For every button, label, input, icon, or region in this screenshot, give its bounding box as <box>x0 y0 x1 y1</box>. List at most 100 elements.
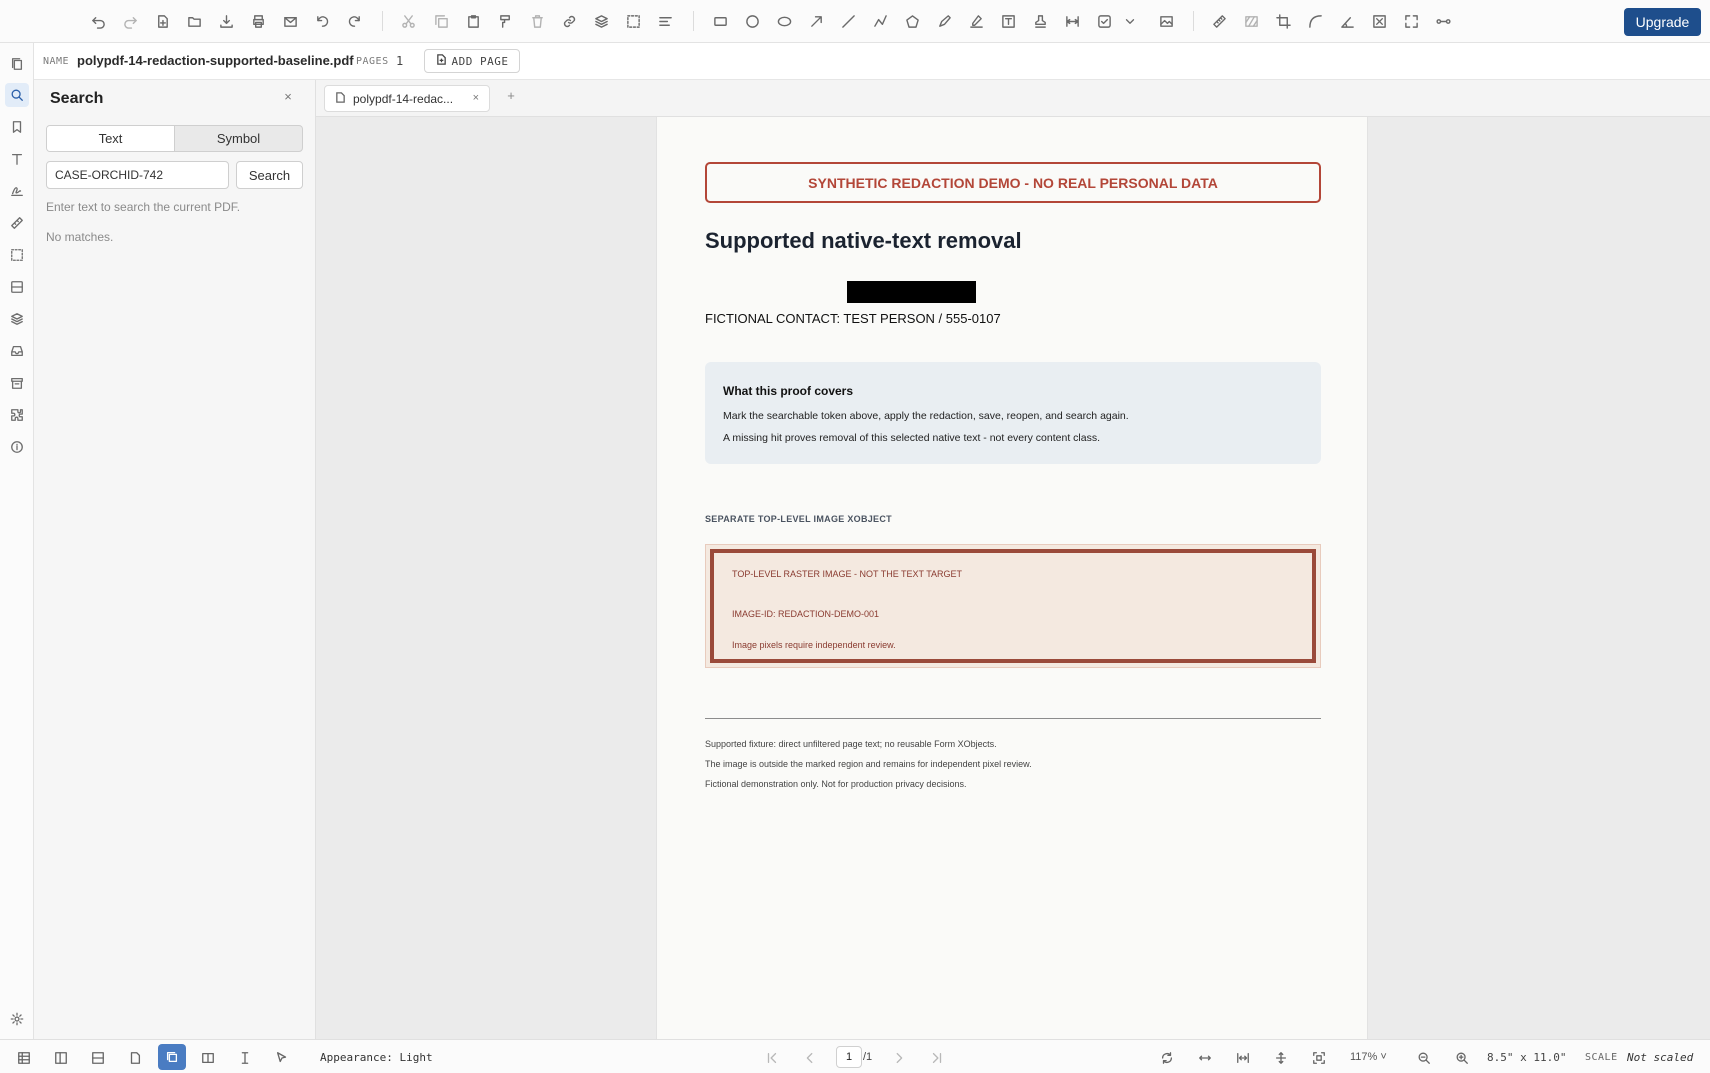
print-icon[interactable] <box>248 11 268 31</box>
ruler-icon[interactable] <box>1209 11 1229 31</box>
tab-symbol[interactable]: Symbol <box>175 126 302 151</box>
selection-icon[interactable] <box>5 243 29 267</box>
inbox-icon[interactable] <box>5 339 29 363</box>
document-icon <box>335 91 346 106</box>
add-tab-icon[interactable]: + <box>502 88 520 106</box>
clear-icon[interactable] <box>1369 11 1389 31</box>
circle-icon[interactable] <box>742 11 762 31</box>
chevron-down-icon[interactable] <box>1123 11 1137 31</box>
fit-height-icon[interactable] <box>1270 1047 1292 1069</box>
align-icon[interactable] <box>655 11 675 31</box>
format-painter-icon[interactable] <box>495 11 515 31</box>
tab-text[interactable]: Text <box>47 126 175 151</box>
add-page-button[interactable]: ADD PAGE <box>424 49 520 73</box>
page-count: 1 <box>396 54 404 68</box>
previous-page-icon[interactable] <box>799 1047 821 1069</box>
select-area-icon[interactable] <box>623 11 643 31</box>
archive-icon[interactable] <box>5 371 29 395</box>
pen-icon[interactable] <box>934 11 954 31</box>
search-panel: Search × Text Symbol Search Enter text t… <box>34 80 316 1039</box>
actual-size-icon[interactable] <box>1308 1047 1330 1069</box>
measure-distance-icon[interactable] <box>1062 11 1082 31</box>
document-tab-label: polypdf-14-redac... <box>353 91 454 106</box>
layers-icon[interactable] <box>591 11 611 31</box>
image-icon[interactable] <box>1156 11 1176 31</box>
file-name-key: NAME <box>43 56 70 67</box>
fit-page-icon[interactable] <box>1232 1047 1254 1069</box>
ellipse-icon[interactable] <box>774 11 794 31</box>
two-page-icon[interactable] <box>197 1047 219 1069</box>
rectangle-icon[interactable] <box>710 11 730 31</box>
copy-icon[interactable] <box>431 11 451 31</box>
connector-icon[interactable] <box>1433 11 1453 31</box>
split-vertical-icon[interactable] <box>50 1047 72 1069</box>
scale-value: Not scaled <box>1627 1051 1694 1064</box>
table-view-icon[interactable] <box>13 1047 35 1069</box>
download-icon[interactable] <box>216 11 236 31</box>
upgrade-button[interactable]: Upgrade <box>1624 8 1701 36</box>
page-heading: Supported native-text removal <box>705 228 1022 253</box>
sync-icon[interactable] <box>1156 1047 1178 1069</box>
polygon-icon[interactable] <box>902 11 922 31</box>
pointer-icon[interactable] <box>271 1047 293 1069</box>
fullscreen-icon[interactable] <box>1401 11 1421 31</box>
hatch-icon[interactable] <box>1241 11 1261 31</box>
curve-icon[interactable] <box>1305 11 1325 31</box>
measure-icon[interactable] <box>5 211 29 235</box>
last-page-icon[interactable] <box>926 1047 948 1069</box>
appearance-toggle[interactable]: Appearance: Light <box>320 1051 433 1064</box>
zoom-out-icon[interactable] <box>1413 1047 1435 1069</box>
email-icon[interactable] <box>280 11 300 31</box>
footnote: Fictional demonstration only. Not for pr… <box>705 779 967 789</box>
cut-icon[interactable] <box>398 11 418 31</box>
first-page-icon[interactable] <box>761 1047 783 1069</box>
undo-icon[interactable] <box>88 11 108 31</box>
delete-icon[interactable] <box>527 11 547 31</box>
document-canvas[interactable]: SYNTHETIC REDACTION DEMO - NO REAL PERSO… <box>316 117 1710 1039</box>
pages-icon[interactable] <box>5 52 29 76</box>
search-icon[interactable] <box>5 83 29 107</box>
info-icon[interactable] <box>5 435 29 459</box>
crop-icon[interactable] <box>1273 11 1293 31</box>
new-file-icon[interactable] <box>152 11 172 31</box>
tab-close-icon[interactable]: × <box>473 92 479 104</box>
split-horizontal-icon[interactable] <box>87 1047 109 1069</box>
rotate-left-icon[interactable] <box>312 11 332 31</box>
fit-width-icon[interactable] <box>1194 1047 1216 1069</box>
plugins-icon[interactable] <box>5 403 29 427</box>
redo-icon[interactable] <box>120 11 140 31</box>
open-folder-icon[interactable] <box>184 11 204 31</box>
zoom-in-icon[interactable] <box>1451 1047 1473 1069</box>
next-page-icon[interactable] <box>888 1047 910 1069</box>
continuous-view-icon[interactable] <box>158 1044 186 1070</box>
layers-icon[interactable] <box>5 307 29 331</box>
checkbox-icon[interactable] <box>1094 11 1114 31</box>
angle-icon[interactable] <box>1337 11 1357 31</box>
bookmark-icon[interactable] <box>5 115 29 139</box>
panel-title: Search <box>50 90 104 107</box>
forms-icon[interactable] <box>5 275 29 299</box>
redaction-box[interactable] <box>847 281 976 303</box>
link-icon[interactable] <box>559 11 579 31</box>
file-name: polypdf-14-redaction-supported-baseline.… <box>77 53 354 68</box>
paste-icon[interactable] <box>463 11 483 31</box>
close-icon[interactable]: × <box>280 89 296 105</box>
settings-icon[interactable] <box>5 1007 29 1031</box>
polyline-icon[interactable] <box>870 11 890 31</box>
text-box-icon[interactable] <box>998 11 1018 31</box>
document-tab[interactable]: polypdf-14-redac... × <box>324 85 490 112</box>
search-button[interactable]: Search <box>236 161 303 189</box>
highlighter-icon[interactable] <box>966 11 986 31</box>
rotate-right-icon[interactable] <box>344 11 364 31</box>
text-cursor-icon[interactable] <box>234 1047 256 1069</box>
stamp-icon[interactable] <box>1030 11 1050 31</box>
zoom-level[interactable]: 117% ˅ <box>1350 1051 1387 1063</box>
page-number-input[interactable] <box>836 1046 862 1068</box>
line-icon[interactable] <box>838 11 858 31</box>
signature-icon[interactable] <box>5 179 29 203</box>
arrow-icon[interactable] <box>806 11 826 31</box>
text-icon[interactable] <box>5 147 29 171</box>
search-input[interactable] <box>46 161 229 189</box>
pdf-page[interactable]: SYNTHETIC REDACTION DEMO - NO REAL PERSO… <box>656 117 1368 1039</box>
single-page-icon[interactable] <box>124 1047 146 1069</box>
